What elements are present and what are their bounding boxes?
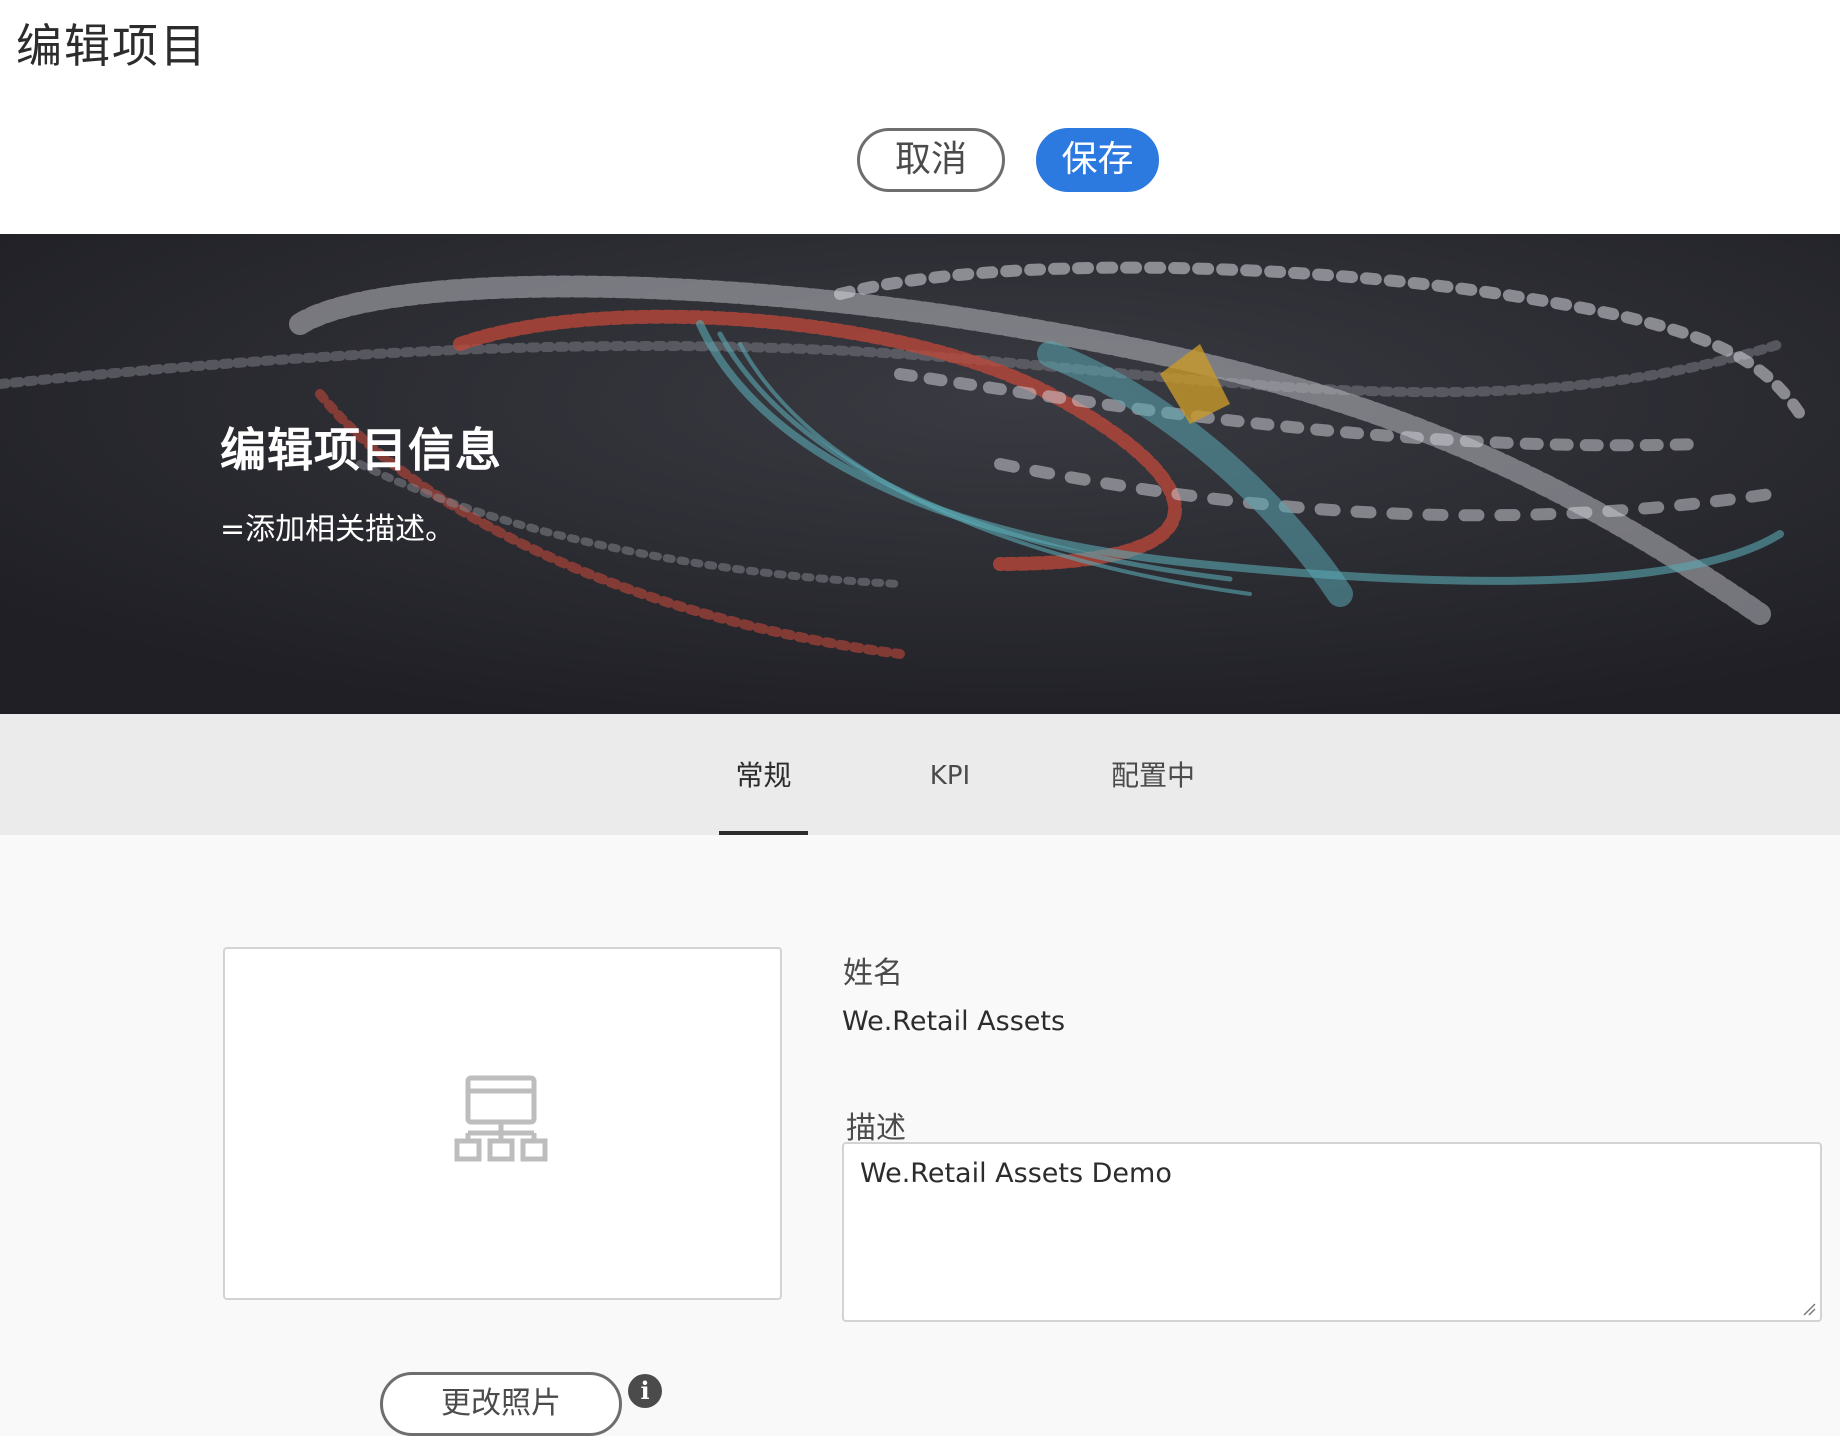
page-title: 编辑项目 bbox=[16, 19, 208, 73]
top-bar: 编辑项目 取消 保存 bbox=[0, 0, 1840, 234]
name-value: We.Retail Assets bbox=[842, 1006, 1066, 1037]
info-icon[interactable]: i bbox=[628, 1374, 662, 1408]
description-textarea[interactable]: We.Retail Assets Demo bbox=[842, 1142, 1822, 1322]
tab-label: 配置中 bbox=[1110, 759, 1195, 792]
tab-label: KPI bbox=[929, 761, 971, 791]
resize-handle-icon[interactable] bbox=[1802, 1302, 1816, 1316]
hero-banner: 编辑项目信息 =添加相关描述。 bbox=[0, 234, 1840, 714]
save-button[interactable]: 保存 bbox=[1036, 128, 1159, 192]
description-text: We.Retail Assets Demo bbox=[860, 1158, 1172, 1189]
tab-configuration[interactable]: 配置中 bbox=[1100, 714, 1206, 835]
hero-subtitle: =添加相关描述。 bbox=[220, 512, 456, 547]
cancel-button[interactable]: 取消 bbox=[857, 128, 1005, 192]
tab-bar: 常规 KPI 配置中 bbox=[0, 714, 1840, 835]
project-thumbnail bbox=[223, 947, 782, 1300]
change-photo-button[interactable]: 更改照片 bbox=[380, 1372, 622, 1436]
tab-kpi[interactable]: KPI bbox=[920, 714, 980, 835]
name-label: 姓名 bbox=[843, 956, 903, 991]
tab-general[interactable]: 常规 bbox=[719, 714, 808, 835]
site-structure-icon bbox=[454, 1075, 548, 1162]
active-tab-indicator bbox=[719, 831, 808, 835]
description-label: 描述 bbox=[846, 1111, 906, 1146]
hero-title: 编辑项目信息 bbox=[220, 423, 502, 477]
tab-label: 常规 bbox=[735, 759, 792, 792]
